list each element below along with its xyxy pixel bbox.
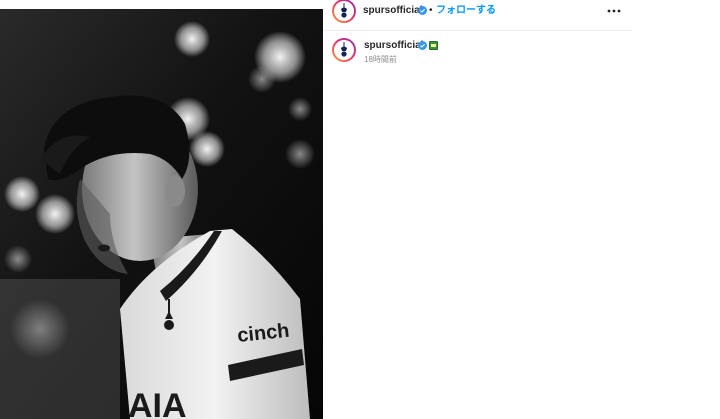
spurs-cockerel-logo-icon	[341, 42, 347, 57]
caption-avatar[interactable]	[332, 38, 356, 62]
follow-button[interactable]: フォローする	[436, 5, 496, 17]
spurs-cockerel-logo-icon	[341, 3, 347, 18]
header-username[interactable]: spursofficial	[363, 5, 422, 17]
emoji-icon	[429, 41, 438, 50]
verified-badge-icon	[418, 6, 427, 15]
verified-badge-icon	[418, 41, 427, 50]
post-header: spursofficial • フォローする	[323, 0, 632, 31]
post-timestamp[interactable]: 18時間前	[364, 55, 397, 65]
caption-username[interactable]: spursofficial	[364, 40, 423, 52]
header-separator: •	[429, 5, 433, 16]
more-options-icon[interactable]	[607, 9, 621, 13]
post-photo[interactable]: cinch AIA	[0, 9, 323, 419]
account-avatar[interactable]	[332, 0, 356, 23]
player-photo: cinch AIA	[0, 9, 323, 419]
post-details-panel: spursofficial • フォローする spursofficial 18時…	[323, 0, 720, 419]
svg-text:AIA: AIA	[128, 387, 187, 419]
